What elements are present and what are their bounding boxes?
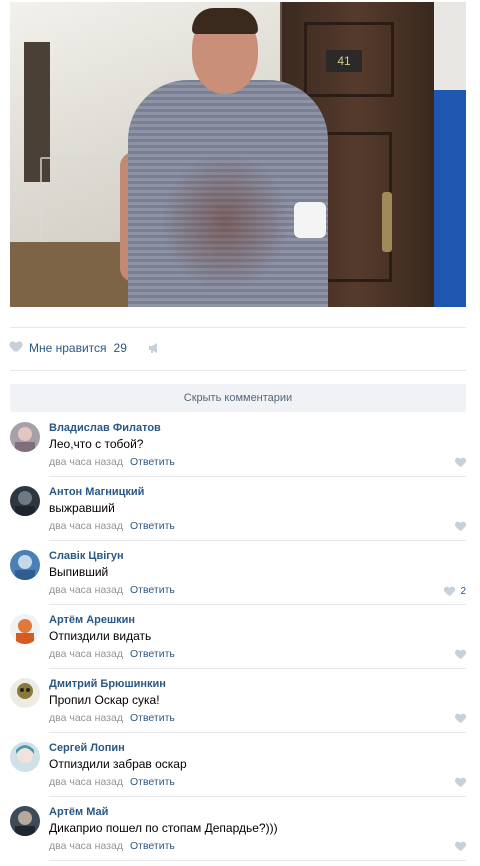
heart-icon [455,714,466,724]
comment: Артём Май Дикаприо пошел по стопам Депар… [10,797,466,861]
comment-text: Дикаприо пошел по стопам Депардье?))) [49,821,278,835]
comment-author[interactable]: Антон Магницкий [49,486,144,498]
like-label: Мне нравится [29,341,107,355]
comment: Владислав Филатов Лео,что с тобой? два ч… [10,413,466,477]
photo-door-number: 41 [326,50,362,72]
comment-author[interactable]: Владислав Филатов [49,422,161,434]
comment-author[interactable]: Артём Арешкин [49,614,135,626]
comment: Артём Арешкин Отпиздили видать два часа … [10,605,466,669]
comment-meta: два часа назад Ответить [49,456,175,468]
photo-door-handle [382,192,392,252]
photo-person-hair [192,8,258,34]
comment-like-button[interactable]: 2 [444,586,466,597]
comment-like-button[interactable] [455,458,466,468]
avatar[interactable] [10,742,40,772]
divider-bottom [10,370,466,371]
comment-time[interactable]: два часа назад [49,520,123,532]
comment-text: выжравший [49,501,115,515]
comment-author[interactable]: Артём Май [49,806,108,818]
comment-meta: два часа назад Ответить [49,584,175,596]
comment: Славік Цвігун Выпивший два часа назад Отв… [10,541,466,605]
heart-icon [455,842,466,852]
avatar[interactable] [10,678,40,708]
comment-meta: два часа назад Ответить [49,840,175,852]
comment-like-button[interactable] [455,842,466,852]
comment-like-button[interactable] [455,522,466,532]
comment-meta: два часа назад Ответить [49,520,175,532]
comment-like-count: 2 [460,586,466,597]
reply-button[interactable]: Ответить [130,648,175,660]
comment-meta: два часа назад Ответить [49,776,175,788]
reply-button[interactable]: Ответить [130,776,175,788]
comment-time[interactable]: два часа назад [49,776,123,788]
avatar[interactable] [10,486,40,516]
heart-icon [455,522,466,532]
reply-button[interactable]: Ответить [130,456,175,468]
post-photo[interactable]: 41 [10,2,466,307]
comment-time[interactable]: два часа назад [49,456,123,468]
photo-shirt-stains [160,152,290,292]
avatar[interactable] [10,422,40,452]
comment-divider [49,860,466,861]
reply-button[interactable]: Ответить [130,584,175,596]
heart-icon [455,650,466,660]
like-count: 29 [113,341,127,355]
comment: Сергей Лопин Отпиздили забрав оскар два … [10,733,466,797]
comment-text: Пропил Оскар сука! [49,693,160,707]
reply-button[interactable]: Ответить [130,520,175,532]
avatar[interactable] [10,614,40,644]
comment-text: Выпивший [49,565,109,579]
comment-author[interactable]: Сергей Лопин [49,742,125,754]
reply-button[interactable]: Ответить [130,840,175,852]
comment-text: Лео,что с тобой? [49,437,144,451]
comment-meta: два часа назад Ответить [49,712,175,724]
comment-text: Отпиздили забрав оскар [49,757,187,771]
avatar[interactable] [10,806,40,836]
photo-wall-right [434,2,466,90]
photo-bandage [294,202,326,238]
comment-author[interactable]: Дмитрий Брюшинкин [49,678,166,690]
comment-time[interactable]: два часа назад [49,712,123,724]
comment-text: Отпиздили видать [49,629,152,643]
heart-icon [444,587,455,597]
comment-like-button[interactable] [455,650,466,660]
like-button[interactable]: Мне нравится 29 [10,338,127,358]
comment-like-button[interactable] [455,778,466,788]
comment-like-button[interactable] [455,714,466,724]
comment-time[interactable]: два часа назад [49,584,123,596]
photo-blue-wall [434,90,466,307]
heart-icon [455,458,466,468]
hide-comments-button[interactable]: Скрыть комментарии [10,384,466,412]
comment: Дмитрий Брюшинкин Пропил Оскар сука! два… [10,669,466,733]
comment: Антон Магницкий выжравший два часа назад… [10,477,466,541]
heart-icon [10,342,24,354]
comment-meta: два часа назад Ответить [49,648,175,660]
avatar[interactable] [10,550,40,580]
comment-time[interactable]: два часа назад [49,648,123,660]
megaphone-icon[interactable] [148,342,160,354]
heart-icon [455,778,466,788]
reply-button[interactable]: Ответить [130,712,175,724]
comment-time[interactable]: два часа назад [49,840,123,852]
divider-top [10,327,466,328]
comment-author[interactable]: Славік Цвігун [49,550,124,562]
